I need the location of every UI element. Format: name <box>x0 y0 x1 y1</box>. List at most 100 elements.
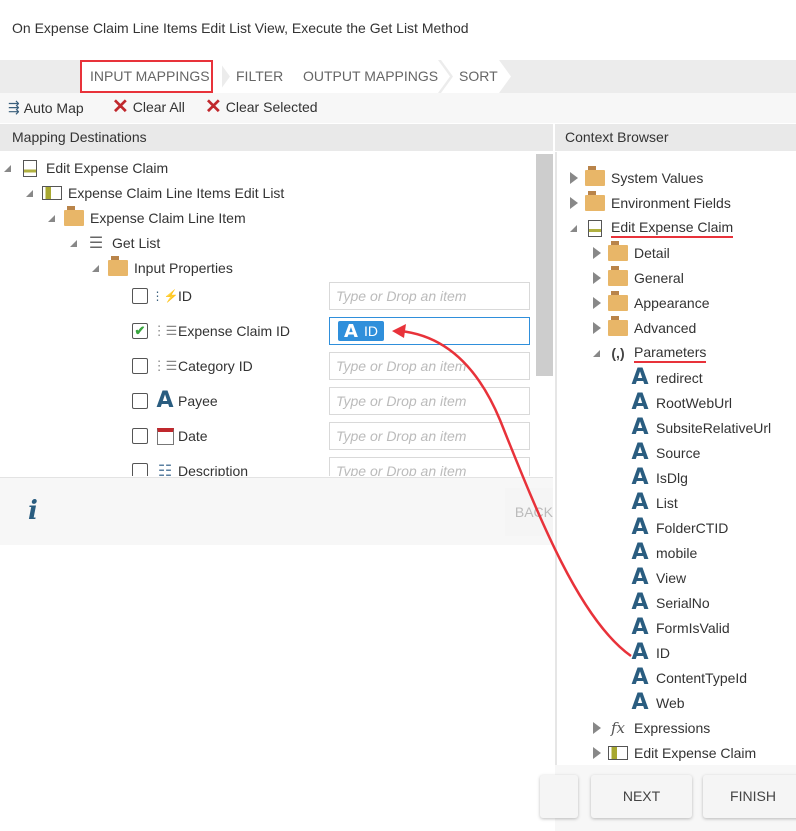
tab-filter[interactable]: FILTER <box>218 60 300 93</box>
context-tree-node[interactable]: Aredirect <box>630 365 702 390</box>
expand-toggle[interactable] <box>593 747 601 759</box>
field-label: Expense Claim ID <box>178 323 291 339</box>
context-tree-node[interactable]: Appearance <box>608 291 710 314</box>
finish-button[interactable]: FINISH <box>703 775 796 818</box>
text-icon: A <box>631 465 649 490</box>
collapse-toggle[interactable] <box>4 165 11 172</box>
text-icon: A <box>344 320 358 342</box>
expand-toggle[interactable] <box>593 272 601 284</box>
tree-node[interactable]: Edit Expense Claim <box>20 157 168 179</box>
context-tree-node[interactable]: A FolderCTID <box>630 517 728 539</box>
context-tree-node[interactable]: fx Expressions <box>608 717 710 739</box>
context-tree-node[interactable]: A List <box>630 490 677 515</box>
context-tree-node[interactable]: A IsDlg <box>630 465 687 490</box>
context-node-label: Appearance <box>634 295 710 311</box>
field-checkbox[interactable] <box>132 463 148 476</box>
context-tree-node[interactable]: (,) Parameters <box>608 342 707 364</box>
context-tree-node[interactable]: A SubsiteRelativeUrl <box>630 417 771 439</box>
tab-output-mappings[interactable]: OUTPUT MAPPINGS <box>285 60 450 93</box>
text-icon: A <box>631 590 649 615</box>
expand-toggle[interactable] <box>593 722 601 734</box>
field-checkbox[interactable]: ✔ <box>132 323 148 339</box>
expand-toggle[interactable] <box>593 247 601 259</box>
calendar-icon <box>155 427 175 445</box>
context-node-label: mobile <box>656 545 698 561</box>
context-tree-node[interactable]: Environment Fields <box>585 191 731 214</box>
field-checkbox[interactable] <box>132 288 148 304</box>
next-button[interactable]: NEXT <box>591 775 692 818</box>
clear-all-button[interactable]: ✕ Clear All <box>112 97 185 117</box>
expand-toggle[interactable] <box>593 322 601 334</box>
mapped-item-chip[interactable]: A ID <box>338 320 384 342</box>
text-icon: A <box>631 565 649 590</box>
tree-node[interactable]: Expense Claim Line Items Edit List <box>42 182 284 204</box>
collapse-toggle[interactable] <box>26 190 33 197</box>
folder-icon <box>608 266 628 286</box>
context-tree-node[interactable]: A Web <box>630 692 684 714</box>
mapping-destinations-tree: Edit Expense Claim Expense Claim Line Ite… <box>0 152 553 476</box>
tab-sort[interactable]: SORT <box>441 60 511 93</box>
expand-toggle[interactable] <box>570 172 578 184</box>
auto-map-icon: ⇶ <box>8 99 20 115</box>
clear-all-label: Clear All <box>132 99 185 115</box>
text-icon: A <box>631 515 649 540</box>
context-tree-node[interactable]: A View <box>630 567 686 589</box>
context-tree-node[interactable]: Edit Expense Claim <box>608 742 756 764</box>
text-icon: A <box>631 440 649 465</box>
field-checkbox[interactable] <box>132 428 148 444</box>
collapse-toggle[interactable] <box>92 265 99 272</box>
tree-node[interactable]: Expense Claim Line Item <box>64 206 246 229</box>
clear-selected-button[interactable]: ✕ Clear Selected <box>205 97 318 117</box>
context-tree-node[interactable]: A Source <box>630 442 700 464</box>
field-checkbox[interactable] <box>132 358 148 374</box>
field-input[interactable]: Type or Drop an item <box>329 352 530 380</box>
collapse-toggle[interactable] <box>570 225 577 232</box>
text-icon: A <box>631 665 649 690</box>
context-tree-node[interactable]: Edit Expense Claim <box>585 217 734 239</box>
context-tree-node[interactable]: Detail <box>608 241 670 264</box>
auto-map-button[interactable]: ⇶ Auto Map <box>8 99 84 116</box>
field-input[interactable]: Type or Drop an item <box>329 422 530 450</box>
collapse-toggle[interactable] <box>70 240 77 247</box>
collapse-toggle[interactable] <box>48 215 55 222</box>
field-input[interactable]: Type or Drop an item <box>329 457 530 476</box>
field-checkbox[interactable] <box>132 393 148 409</box>
list-view-icon <box>42 186 62 200</box>
toolbar: ⇶ Auto Map ✕ Clear All ✕ Clear Selected <box>0 93 796 123</box>
scrollbar-thumb[interactable] <box>536 154 553 376</box>
context-tree-node[interactable]: Amobile <box>630 542 697 564</box>
context-node-label: Source <box>656 445 701 461</box>
expression-icon: fx <box>610 719 625 737</box>
tree-node[interactable]: Input Properties <box>108 256 233 279</box>
collapse-toggle[interactable] <box>593 350 600 357</box>
tree-node[interactable]: ☰ Get List <box>86 232 160 254</box>
field-input[interactable]: Type or Drop an item <box>329 387 530 415</box>
context-node-label: View <box>656 570 687 586</box>
back-footer-button[interactable] <box>540 775 578 818</box>
context-tree-node[interactable]: System Values <box>585 166 703 189</box>
context-tree-node[interactable]: A ID <box>630 642 670 664</box>
wizard-tabs: INPUT MAPPINGS FILTER OUTPUT MAPPINGS SO… <box>0 60 796 93</box>
text-icon: A <box>631 640 649 665</box>
context-tree-node[interactable]: A RootWebUrl <box>630 392 732 414</box>
context-tree-node[interactable]: General <box>608 266 684 289</box>
text-icon: A <box>631 490 649 515</box>
context-browser-header: Context Browser <box>555 124 796 151</box>
tree-node-label: Expense Claim Line Item <box>90 210 246 226</box>
text-icon: A <box>631 365 649 390</box>
context-tree-node[interactable]: A ContentTypeId <box>630 667 747 689</box>
context-tree-node[interactable]: A FormIsValid <box>630 617 729 639</box>
expand-toggle[interactable] <box>593 297 601 309</box>
info-panel: i BACK <box>0 477 553 545</box>
text-icon: A <box>631 390 649 415</box>
field-input[interactable]: Type or Drop an item <box>329 282 530 310</box>
back-button[interactable]: BACK <box>505 488 553 536</box>
tree-node-label: Input Properties <box>134 260 233 276</box>
context-node-label: Edit Expense Claim <box>634 745 757 761</box>
expand-toggle[interactable] <box>570 197 578 209</box>
field-input[interactable]: A ID <box>329 317 530 345</box>
field-row: ⋮☰ Category ID <box>153 355 253 377</box>
context-tree-node[interactable]: Advanced <box>608 316 696 339</box>
context-tree-node[interactable]: A SerialNo <box>630 590 709 615</box>
field-placeholder: Type or Drop an item <box>336 358 467 374</box>
